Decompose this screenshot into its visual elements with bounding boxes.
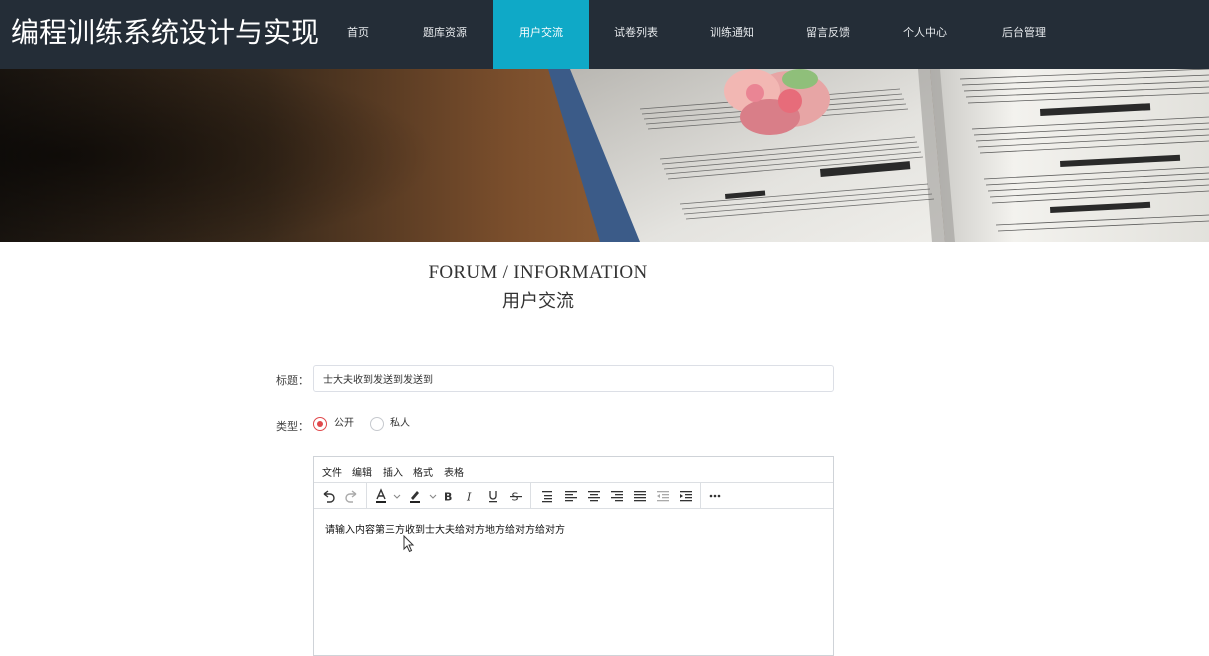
mouse-cursor-icon xyxy=(403,535,415,553)
menu-insert[interactable]: 插入 xyxy=(383,464,403,479)
bold-icon[interactable]: B xyxy=(439,487,457,505)
radio-public[interactable] xyxy=(313,417,327,431)
section-heading-en: FORUM / INFORMATION xyxy=(428,262,648,283)
align-right-icon[interactable] xyxy=(608,487,626,505)
nav-item-admin[interactable]: 后台管理 xyxy=(988,0,1060,69)
more-icon[interactable] xyxy=(706,487,724,505)
nav-item-personal-center[interactable]: 个人中心 xyxy=(889,0,961,69)
svg-text:I: I xyxy=(466,491,472,504)
banner-image xyxy=(0,69,1209,242)
chevron-down-icon[interactable] xyxy=(388,487,401,505)
underline-icon[interactable] xyxy=(484,487,502,505)
top-navigation: 编程训练系统设计与实现 首页 题库资源 用户交流 试卷列表 训练通知 留言反馈 … xyxy=(0,0,1209,69)
undo-icon[interactable] xyxy=(319,487,337,505)
editor-content[interactable]: 请输入内容第三方收到士大夫给对方地方给对方给对方 xyxy=(325,521,565,536)
menu-format[interactable]: 格式 xyxy=(413,464,433,479)
highlight-icon[interactable] xyxy=(406,487,424,505)
align-justify-icon[interactable] xyxy=(631,487,649,505)
toolbar-separator xyxy=(366,483,367,509)
menu-table[interactable]: 表格 xyxy=(444,464,464,479)
toolbar-separator xyxy=(700,483,701,509)
strikethrough-icon[interactable]: S xyxy=(507,487,525,505)
align-center-icon[interactable] xyxy=(585,487,603,505)
editor-toolbar: B I S xyxy=(314,483,833,509)
radio-private-label[interactable]: 私人 xyxy=(390,417,410,431)
editor-menubar: 文件 编辑 插入 格式 表格 xyxy=(314,457,833,483)
align-left-icon[interactable] xyxy=(562,487,580,505)
italic-icon[interactable]: I xyxy=(461,487,479,505)
type-label: 类型： xyxy=(276,420,309,433)
nav-item-paper-list[interactable]: 试卷列表 xyxy=(600,0,672,69)
indent-icon[interactable] xyxy=(677,487,695,505)
nav-item-user-forum[interactable]: 用户交流 xyxy=(493,0,589,69)
title-input[interactable] xyxy=(313,365,834,392)
radio-private[interactable] xyxy=(370,417,384,431)
svg-text:B: B xyxy=(444,491,452,504)
menu-edit[interactable]: 编辑 xyxy=(352,464,372,479)
outdent-icon[interactable] xyxy=(654,487,672,505)
banner-illustration xyxy=(0,69,1209,242)
nav-item-home[interactable]: 首页 xyxy=(322,0,394,69)
redo-icon[interactable] xyxy=(343,487,361,505)
site-logo[interactable]: 编程训练系统设计与实现 xyxy=(11,14,319,52)
section-heading-cn: 用户交流 xyxy=(502,291,574,312)
nav-item-feedback[interactable]: 留言反馈 xyxy=(792,0,864,69)
toolbar-separator xyxy=(530,483,531,509)
menu-file[interactable]: 文件 xyxy=(322,464,342,479)
line-height-icon[interactable] xyxy=(538,487,556,505)
nav-item-training-notice[interactable]: 训练通知 xyxy=(696,0,768,69)
radio-public-label[interactable]: 公开 xyxy=(334,417,354,431)
nav-item-question-bank[interactable]: 题库资源 xyxy=(409,0,481,69)
chevron-down-icon[interactable] xyxy=(424,487,437,505)
rich-text-editor: 文件 编辑 插入 格式 表格 B I 请输入内容第三方收到士大夫给对方地方给对方… xyxy=(313,456,834,656)
title-label: 标题： xyxy=(276,374,309,387)
